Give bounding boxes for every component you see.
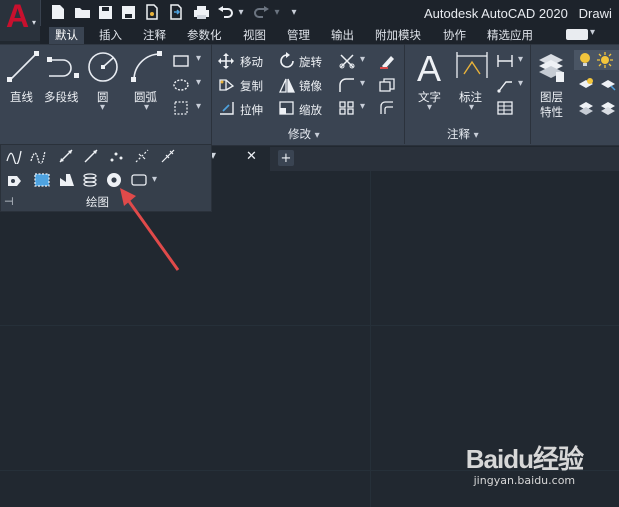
watermark-brand: Baidu经验 — [465, 444, 584, 474]
watermark-url: jingyan.baidu.com — [473, 474, 576, 487]
baidu-watermark: Baidu经验 jingyan.baidu.com — [465, 439, 584, 487]
annotation-arrow — [120, 188, 180, 271]
